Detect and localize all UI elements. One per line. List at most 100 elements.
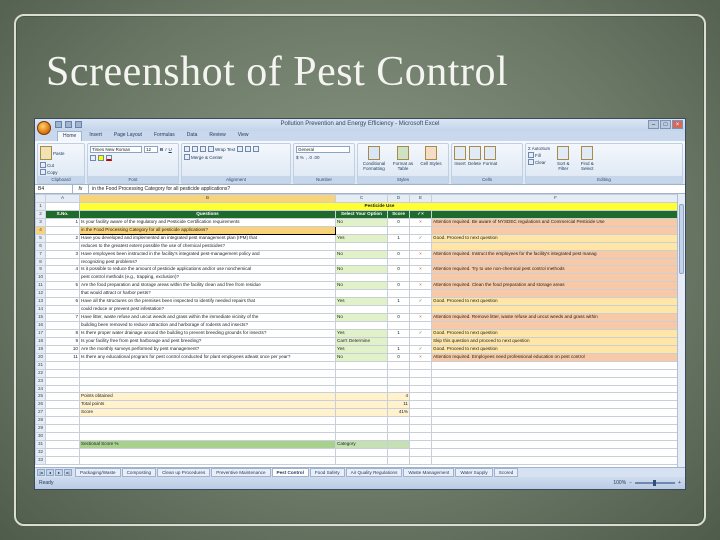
score-cell[interactable]: 0 [387,265,410,275]
question-text[interactable]: Is your facility aware of the regulatory… [79,217,336,227]
cell[interactable] [335,424,388,434]
cell[interactable] [409,376,432,386]
sheet-tab-scored[interactable]: Scored [493,468,519,477]
cell[interactable] [431,455,677,465]
cell[interactable] [335,368,388,378]
cell[interactable] [431,360,677,370]
summary-label[interactable]: Total points [79,400,336,410]
sectional-score-label[interactable]: Sectional Score % [79,440,336,449]
option-select[interactable] [335,257,388,267]
sheet-tab-preventive-maintenance[interactable]: Preventive Maintenance [211,468,271,477]
align-top-icon[interactable] [184,146,190,152]
minimize-icon[interactable]: – [648,120,659,129]
option-select[interactable]: No [335,313,388,322]
cell[interactable] [431,440,677,449]
cross-icon[interactable]: × [409,352,432,362]
question-text[interactable]: Have employees been instructed in the fa… [79,249,336,259]
question-text[interactable]: Is there proper water drainage around th… [79,328,336,338]
font-name-select[interactable]: Times New Roman [90,146,142,153]
serial-number[interactable] [45,225,80,235]
cell[interactable] [79,384,336,394]
row-header[interactable]: 2 [35,209,46,219]
cell[interactable] [45,424,80,434]
cell[interactable] [45,384,80,394]
serial-number[interactable]: 8 [45,328,80,338]
row-header[interactable]: 4 [35,225,46,235]
result-message[interactable] [431,273,677,283]
border-icon[interactable] [90,155,96,161]
cell[interactable] [431,376,677,386]
row-header[interactable]: 14 [35,305,46,315]
option-select[interactable] [335,241,388,251]
score-cell[interactable]: 1 [387,233,410,243]
question-text[interactable]: Are the monthly surveys performed by pes… [79,344,336,354]
summary-label[interactable]: Score [79,408,336,418]
option-select[interactable]: No [335,352,388,362]
cell[interactable] [409,321,432,330]
cell[interactable] [335,384,388,394]
cut-button[interactable]: Cut [40,162,58,168]
currency-button[interactable]: $ % [296,155,304,160]
sheet-tab-waste-management[interactable]: Waste Management [403,468,455,477]
serial-number[interactable]: 10 [45,344,80,354]
sheet-tab-water-supply[interactable]: Water Supply [455,468,493,477]
score-cell[interactable]: 0 [387,313,410,322]
score-cell[interactable]: 1 [387,297,410,307]
row-header[interactable]: 24 [35,384,46,394]
column-header[interactable]: E [409,194,432,203]
column-label[interactable]: Score [387,209,410,219]
row-header[interactable]: 5 [35,233,46,243]
close-icon[interactable]: × [672,120,683,129]
serial-number[interactable]: 7 [45,313,80,322]
serial-number[interactable] [45,257,80,267]
ribbon-tab-home[interactable]: Home [57,131,83,141]
serial-number[interactable] [45,305,80,315]
cross-icon[interactable]: × [409,217,432,227]
ribbon-tab-data[interactable]: Data [182,131,203,141]
score-cell[interactable]: 0 [387,352,410,362]
cell[interactable] [335,448,388,457]
cell[interactable] [387,368,410,378]
serial-number[interactable] [45,241,80,251]
cell[interactable] [431,408,677,418]
check-icon[interactable]: ✓ [409,344,432,354]
option-select[interactable]: Can't Determine [335,336,388,346]
score-cell[interactable]: 1 [387,344,410,354]
row-header[interactable]: 20 [35,352,46,362]
option-select[interactable] [335,289,388,299]
option-select[interactable]: No [335,265,388,275]
cell[interactable] [335,392,388,402]
summary-value[interactable]: 41% [387,408,410,418]
row-header[interactable]: 30 [35,432,46,442]
row-header[interactable]: 23 [35,376,46,386]
sheet-tab-food-safety[interactable]: Food Safety [309,468,345,477]
serial-number[interactable]: 3 [45,249,80,259]
font-size-select[interactable]: 12 [144,146,158,153]
cell[interactable] [79,448,336,457]
cell[interactable] [79,376,336,386]
column-header[interactable]: D [387,194,410,203]
row-header[interactable]: 17 [35,328,46,338]
column-label[interactable]: Questions [79,209,336,219]
row-header[interactable]: 32 [35,448,46,457]
cell[interactable] [409,408,432,418]
check-icon[interactable]: ✓ [409,328,432,338]
cell[interactable] [79,368,336,378]
score-cell[interactable] [387,305,410,315]
cell[interactable] [387,455,410,465]
serial-number[interactable] [45,321,80,330]
vertical-scrollbar[interactable] [677,194,685,467]
row-header[interactable]: 33 [35,455,46,465]
fill-button[interactable]: Fill [528,152,550,158]
question-text[interactable]: Is your facility free from pest harborag… [79,336,336,346]
row-header[interactable]: 3 [35,217,46,227]
cell[interactable] [335,416,388,426]
cell[interactable] [45,201,80,211]
conditional-formatting-button[interactable]: Conditional Formatting [360,146,388,171]
option-select[interactable]: No [335,281,388,291]
sheet-tab-air-quality-regulations[interactable]: Air Quality Regulations [345,468,403,477]
score-cell[interactable]: 0 [387,249,410,259]
result-message[interactable]: Good. Proceed to next question [431,297,677,307]
row-header[interactable]: 13 [35,297,46,307]
cell[interactable] [387,448,410,457]
